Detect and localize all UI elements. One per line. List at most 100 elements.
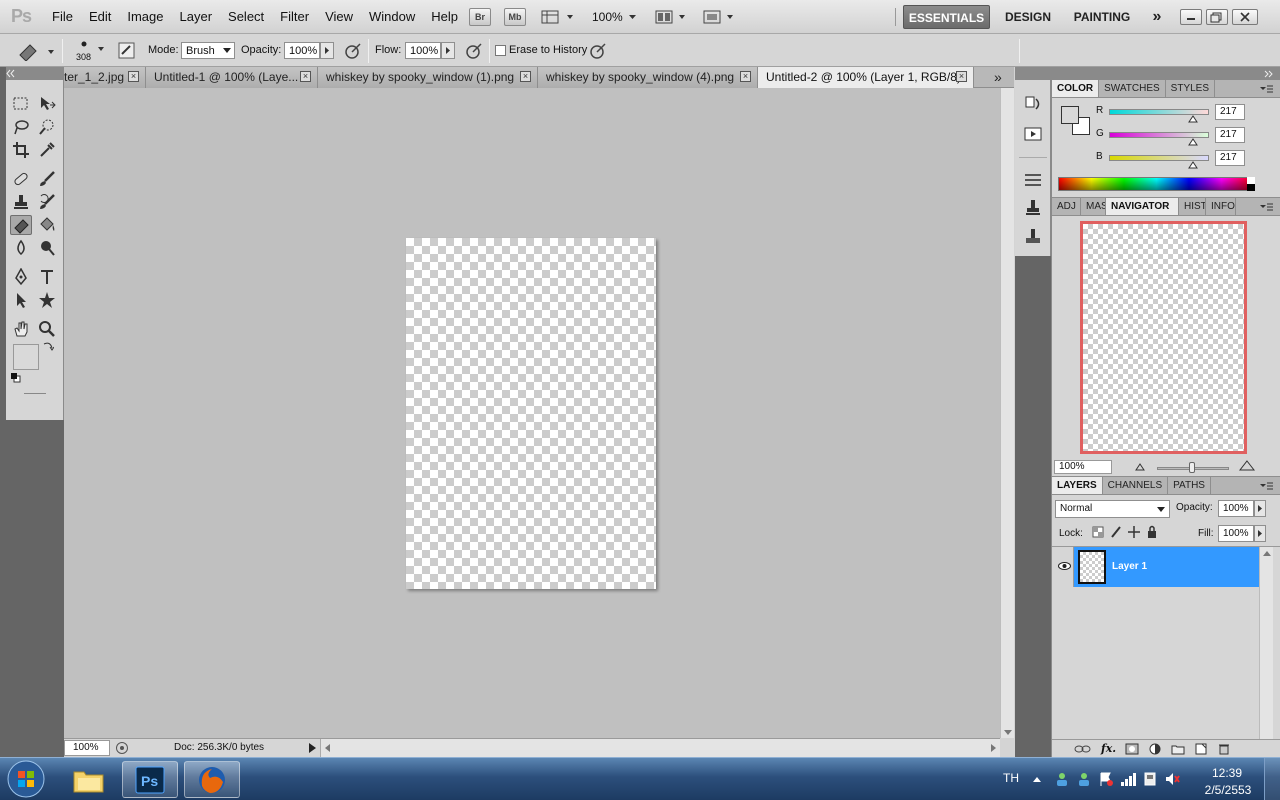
brush-panel-toggle-icon[interactable] [118, 42, 136, 60]
volume-muted-icon[interactable] [1164, 771, 1180, 787]
paint-bucket-tool-icon[interactable] [36, 215, 58, 235]
status-zoom-input[interactable]: 100% [64, 740, 110, 756]
brush-preview-icon[interactable] [78, 39, 108, 53]
lock-transparency-icon[interactable] [1092, 525, 1104, 539]
lock-position-icon[interactable] [1128, 525, 1140, 539]
taskbar-firefox[interactable] [184, 761, 240, 798]
layer-thumbnail[interactable] [1078, 550, 1106, 584]
horizontal-scrollbar[interactable] [320, 739, 1000, 757]
view-extras-icon[interactable] [541, 9, 577, 25]
tab-navigator[interactable]: NAVIGATOR [1106, 198, 1179, 215]
mode-select[interactable]: Brush [181, 42, 235, 59]
taskbar-photoshop[interactable]: Ps [122, 761, 178, 798]
adjustment-layer-icon[interactable] [1148, 743, 1162, 755]
red-slider-handle[interactable] [1188, 115, 1198, 123]
new-group-icon[interactable] [1171, 743, 1185, 755]
eraser-tool-icon[interactable] [10, 215, 32, 235]
default-colors-icon[interactable] [11, 373, 21, 383]
layer-style-fx-icon[interactable]: fx. [1101, 743, 1116, 755]
layer-opacity-arrow[interactable] [1254, 500, 1266, 517]
flow-input[interactable]: 100% [405, 42, 441, 59]
document-canvas-transparent[interactable] [406, 238, 656, 589]
network-signal-icon[interactable] [1120, 771, 1136, 787]
zoom-level-select[interactable]: 100% [592, 10, 623, 24]
clone-source-icon[interactable] [1023, 198, 1043, 218]
launch-minibridge-button[interactable]: Mb [504, 8, 526, 26]
navigator-zoom-handle[interactable] [1189, 462, 1195, 473]
add-mask-icon[interactable] [1125, 743, 1139, 755]
quick-selection-tool-icon[interactable] [36, 117, 58, 137]
network-user-icon[interactable] [1076, 771, 1092, 787]
pen-tool-icon[interactable] [10, 267, 32, 287]
action-center-flag-icon[interactable] [1098, 771, 1114, 787]
custom-shape-tool-icon[interactable] [36, 290, 58, 310]
airbrush-icon[interactable] [464, 42, 484, 60]
brush-tool-icon[interactable] [36, 169, 58, 189]
menu-layer[interactable]: Layer [172, 9, 221, 25]
status-menu-arrow-icon[interactable] [307, 742, 317, 754]
language-indicator[interactable]: TH [1003, 771, 1019, 785]
eyedropper-tool-icon[interactable] [36, 140, 58, 160]
show-hidden-icons[interactable] [1032, 775, 1042, 783]
start-button[interactable] [5, 759, 47, 799]
path-selection-tool-icon[interactable] [10, 290, 32, 310]
tab-histogram[interactable]: HIST [1179, 198, 1206, 215]
tool-presets-icon[interactable] [1023, 226, 1043, 246]
new-layer-icon[interactable] [1194, 743, 1208, 755]
green-value-input[interactable]: 217 [1215, 127, 1245, 143]
menu-edit[interactable]: Edit [81, 9, 119, 25]
menu-window[interactable]: Window [361, 9, 423, 25]
red-value-input[interactable]: 217 [1215, 104, 1245, 120]
tab-channels[interactable]: CHANNELS [1103, 477, 1169, 494]
close-tab-icon[interactable]: × [520, 71, 531, 82]
clock-time[interactable]: 12:39 [1205, 766, 1249, 780]
brush-presets-icon[interactable] [1023, 170, 1043, 190]
tab-document[interactable]: Untitled-1 @ 100% (Laye... × [146, 67, 318, 88]
blue-value-input[interactable]: 217 [1215, 150, 1245, 166]
tab-adjustments[interactable]: ADJ [1052, 198, 1081, 215]
close-window-button[interactable] [1232, 9, 1258, 25]
tab-document[interactable]: whiskey by spooky_window (4).png × [538, 67, 758, 88]
tab-paths[interactable]: PATHS [1168, 477, 1211, 494]
clock-date[interactable]: 2/5/2553 [1200, 783, 1256, 797]
menu-image[interactable]: Image [119, 9, 171, 25]
layer-row-selected[interactable]: Layer 1 [1054, 547, 1259, 587]
eraser-tool-preset-icon[interactable] [16, 41, 56, 61]
color-ramp-black[interactable] [1247, 184, 1255, 191]
menu-file[interactable]: File [44, 9, 81, 25]
zoom-in-icon[interactable] [1238, 460, 1256, 472]
airbrush-pressure-icon[interactable] [343, 42, 363, 60]
tab-swatches[interactable]: SWATCHES [1099, 80, 1166, 97]
restore-button[interactable] [1206, 9, 1228, 25]
tab-document[interactable]: whiskey by spooky_window (1).png × [318, 67, 538, 88]
blend-mode-select[interactable]: Normal [1055, 500, 1170, 518]
eye-icon[interactable] [1058, 561, 1071, 571]
device-icon[interactable] [1142, 771, 1158, 787]
launch-bridge-button[interactable]: Br [469, 8, 491, 26]
zoom-out-icon[interactable] [1134, 462, 1146, 472]
swap-colors-icon[interactable] [42, 340, 54, 352]
color-ramp-spectrum[interactable] [1058, 177, 1255, 191]
close-tab-icon[interactable]: × [956, 71, 967, 82]
status-info-icon[interactable] [115, 741, 129, 755]
tab-styles[interactable]: STYLES [1166, 80, 1216, 97]
marquee-tool-icon[interactable] [10, 94, 32, 114]
zoom-dropdown-icon[interactable] [628, 9, 638, 25]
panel-menu-icon[interactable] [1258, 201, 1274, 213]
blue-slider-handle[interactable] [1188, 161, 1198, 169]
tab-info[interactable]: INFO [1206, 198, 1236, 215]
layer-opacity-input[interactable]: 100% [1218, 500, 1254, 517]
move-tool-icon[interactable] [36, 94, 58, 114]
fill-input[interactable]: 100% [1218, 525, 1254, 542]
close-tab-icon[interactable]: × [740, 71, 751, 82]
more-tabs-button[interactable]: » [994, 69, 1002, 85]
vertical-scrollbar[interactable] [1000, 88, 1014, 738]
crop-tool-icon[interactable] [10, 140, 32, 160]
screen-mode-icon[interactable] [703, 9, 737, 25]
history-panel-icon[interactable] [1023, 94, 1043, 114]
tab-layers[interactable]: LAYERS [1052, 477, 1103, 494]
fill-arrow[interactable] [1254, 525, 1266, 542]
tab-document[interactable]: ter_1_2.jpg × [64, 67, 146, 88]
tablet-pressure-icon[interactable] [588, 42, 608, 60]
navigator-preview[interactable] [1080, 221, 1247, 454]
